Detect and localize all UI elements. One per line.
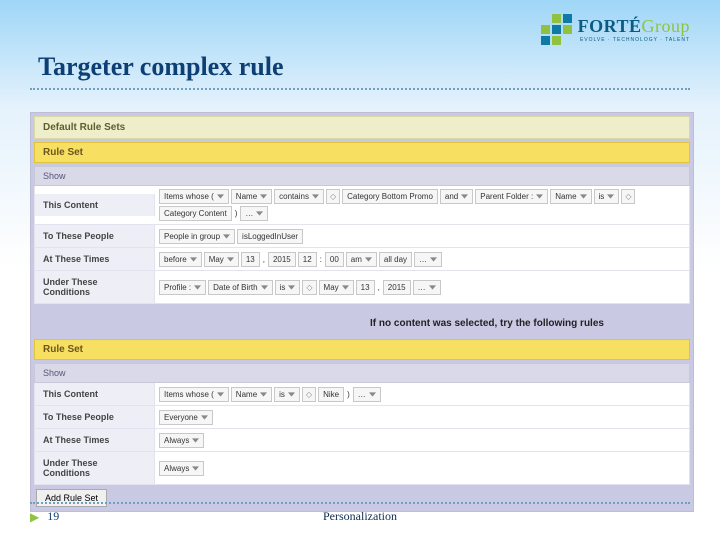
value-nike[interactable]: Nike [318,387,344,402]
footer-divider [30,502,690,504]
add-ruleset-button[interactable]: Add Rule Set [36,489,107,507]
value-islogged[interactable]: isLoggedInUser [237,229,303,244]
input-day-2[interactable]: 13 [356,280,375,295]
value-allday[interactable]: all day [379,252,412,267]
select-people-in-group[interactable]: People in group [159,229,235,244]
select-ellipsis[interactable]: … [414,252,442,267]
select-items-whose[interactable]: Items whose ( [159,189,229,204]
paren-close: ) [234,209,239,218]
row-this-content-2: This Content Items whose ( Name is Nike … [34,383,690,406]
select-is[interactable]: is [275,280,301,295]
row-at-these-times: At These Times before May 13 , 2015 12 :… [34,248,690,271]
input-hour[interactable]: 12 [298,252,317,267]
page-title: Targeter complex rule [38,52,284,82]
label-under-conditions: Under These Conditions [35,452,155,484]
label-at-these-times: At These Times [35,248,155,270]
value-category-bottom-promo[interactable]: Category Bottom Promo [342,189,438,204]
slide-arrow-icon: ▶ [30,510,39,524]
select-profile[interactable]: Profile : [159,280,206,295]
label-to-these-people: To These People [35,406,155,428]
input-min[interactable]: 00 [325,252,344,267]
select-dob[interactable]: Date of Birth [208,280,272,295]
value-category-content[interactable]: Category Content [159,206,232,221]
input-day[interactable]: 13 [241,252,260,267]
label-this-content: This Content [35,194,155,216]
ruleset-header[interactable]: Rule Set [34,142,690,163]
select-field-name-2[interactable]: Name [550,189,591,204]
select-ellipsis[interactable]: … [413,280,441,295]
ruleset-header-2[interactable]: Rule Set [34,339,690,360]
row-under-conditions: Under These Conditions Profile : Date of… [34,271,690,304]
input-year-2[interactable]: 2015 [383,280,411,295]
label-at-these-times: At These Times [35,429,155,451]
input-year[interactable]: 2015 [268,252,296,267]
show-header: Show [34,166,690,186]
select-always-time[interactable]: Always [159,433,204,448]
row-to-these-people: To These People People in group isLogged… [34,225,690,248]
rule-panel: Default Rule Sets Rule Set Show This Con… [30,112,694,512]
select-op-contains[interactable]: contains [274,189,324,204]
logo-brand: FORTÉ [578,16,642,36]
select-op-is[interactable]: is [594,189,620,204]
select-month-2[interactable]: May [319,280,354,295]
select-ampm[interactable]: am [346,252,377,267]
row-under-conditions-2: Under These Conditions Always [34,452,690,485]
logo-icon [541,14,572,45]
colon: : [319,255,323,264]
select-field-name-3[interactable]: Name [231,387,272,402]
select-always-cond[interactable]: Always [159,461,204,476]
select-parent-folder[interactable]: Parent Folder : [475,189,548,204]
select-items-whose-2[interactable]: Items whose ( [159,387,229,402]
logo-tag: EVOLVE · TECHNOLOGY · TALENT [578,37,690,43]
row-this-content: This Content Items whose ( Name contains… [34,186,690,225]
fallback-text: If no content was selected, try the foll… [34,304,690,339]
select-ellipsis[interactable]: … [353,387,381,402]
footer-label: Personalization [323,509,397,524]
diamond-icon[interactable] [326,189,340,204]
logo-suffix: Group [642,16,691,36]
row-to-these-people-2: To These People Everyone [34,406,690,429]
select-before[interactable]: before [159,252,202,267]
show-header-2: Show [34,363,690,383]
diamond-icon[interactable] [302,387,316,402]
select-field-name[interactable]: Name [231,189,272,204]
diamond-icon[interactable] [302,280,316,295]
select-everyone[interactable]: Everyone [159,410,213,425]
diamond-icon[interactable] [621,189,635,204]
divider [30,88,690,90]
select-op-is-2[interactable]: is [274,387,300,402]
default-rulesets-header: Default Rule Sets [34,116,690,139]
select-ellipsis[interactable]: … [240,206,268,221]
select-month[interactable]: May [204,252,239,267]
page-number: 19 [47,509,59,524]
row-at-these-times-2: At These Times Always [34,429,690,452]
logo: FORTÉGroup EVOLVE · TECHNOLOGY · TALENT [541,14,690,45]
label-this-content: This Content [35,383,155,405]
label-under-conditions: Under These Conditions [35,271,155,303]
select-and[interactable]: and [440,189,473,204]
comma: , [377,283,381,292]
paren-close: ) [346,390,351,399]
comma: , [262,255,266,264]
label-to-these-people: To These People [35,225,155,247]
